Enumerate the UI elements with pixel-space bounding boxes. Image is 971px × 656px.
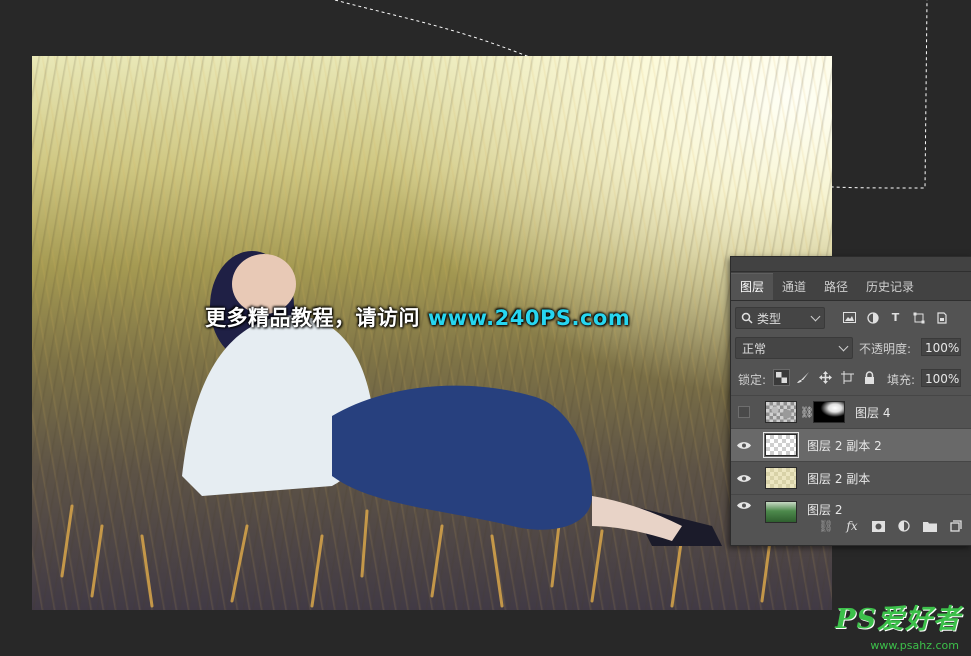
tab-layers[interactable]: 图层	[731, 273, 774, 300]
lock-artboard-icon[interactable]	[839, 369, 856, 386]
shape-filter-icon[interactable]	[910, 309, 927, 326]
layer-name: 图层 2 副本	[807, 471, 871, 486]
chevron-down-icon	[838, 341, 849, 352]
lock-all-icon[interactable]	[861, 369, 878, 386]
tab-channels[interactable]: 通道	[773, 274, 815, 300]
layer-filter-select[interactable]: 类型	[735, 307, 825, 329]
watermark-url: www.240PS.com	[427, 306, 631, 330]
layer-row[interactable]: 图层 2 副本	[731, 461, 971, 494]
fill-label: 填充:	[887, 373, 916, 387]
layer-thumbnail	[765, 401, 797, 423]
site-logo-url: www.psahz.com	[870, 639, 959, 652]
lock-brush-icon[interactable]	[795, 369, 812, 386]
link-icon: ⛓	[800, 405, 814, 419]
visibility-toggle[interactable]	[731, 474, 757, 483]
fx-icon[interactable]: fx	[844, 518, 860, 534]
layer-name: 图层 4	[855, 405, 891, 420]
eye-icon	[737, 502, 751, 509]
lock-icons	[773, 369, 878, 386]
layer-filter-label: 类型	[757, 311, 782, 326]
layers-list: ⛓ 图层 4 图层 2 副本 2 图层 2 副本 图层 2	[731, 395, 971, 525]
adjustment-icon[interactable]	[896, 518, 912, 534]
lock-move-icon[interactable]	[817, 369, 834, 386]
adjustment-filter-icon[interactable]	[864, 309, 881, 326]
eye-icon	[737, 474, 751, 482]
opacity-input[interactable]: 100%	[921, 338, 961, 356]
panel-tabs: 图层 通道 路径 历史记录	[731, 272, 971, 301]
tab-history[interactable]: 历史记录	[857, 274, 923, 300]
visibility-toggle[interactable]	[731, 406, 757, 418]
visibility-toggle[interactable]	[731, 441, 757, 450]
tab-paths[interactable]: 路径	[815, 274, 857, 300]
document-canvas[interactable]	[32, 56, 832, 610]
lock-label: 锁定:	[738, 373, 767, 387]
blend-mode-value: 正常	[742, 342, 767, 356]
smart-object-filter-icon[interactable]	[933, 309, 950, 326]
site-logo: PS爱好者	[835, 604, 961, 635]
layers-panel-footer: ⛓ fx	[731, 513, 971, 539]
fill-input[interactable]: 100%	[921, 369, 961, 387]
image-filter-icon[interactable]	[841, 309, 858, 326]
panel-title-bar[interactable]	[731, 257, 971, 272]
filter-icons: T	[841, 309, 950, 326]
chevron-down-icon	[810, 311, 821, 322]
layer-row[interactable]: 图层 2 副本 2	[731, 428, 971, 461]
blend-mode-select[interactable]: 正常	[735, 337, 853, 359]
search-icon	[741, 312, 753, 324]
visibility-toggle[interactable]	[731, 501, 757, 510]
layer-name: 图层 2 副本 2	[807, 438, 882, 453]
eye-icon	[737, 441, 751, 449]
type-filter-icon[interactable]: T	[887, 309, 904, 326]
hidden-visibility-icon	[738, 406, 750, 418]
folder-icon[interactable]	[922, 518, 938, 534]
link-icon[interactable]: ⛓	[818, 518, 834, 534]
watermark-text: 更多精品教程，请访问	[205, 306, 420, 330]
add-mask-icon[interactable]	[870, 518, 886, 534]
layer-thumbnail	[765, 467, 797, 489]
layer-row[interactable]: ⛓ 图层 4	[731, 395, 971, 428]
layer-thumbnail	[763, 432, 799, 458]
layer-mask-thumbnail[interactable]	[813, 401, 845, 423]
layers-panel: 图层 通道 路径 历史记录 类型 T 正常 不透明度: 100% 锁定: 填充:…	[730, 256, 971, 546]
site-watermark: 更多精品教程，请访问 www.240PS.com	[205, 302, 630, 332]
lock-transparency-icon[interactable]	[773, 369, 790, 386]
photo-scene	[60, 251, 774, 608]
opacity-label: 不透明度:	[859, 342, 912, 356]
new-layer-icon[interactable]	[948, 518, 964, 534]
